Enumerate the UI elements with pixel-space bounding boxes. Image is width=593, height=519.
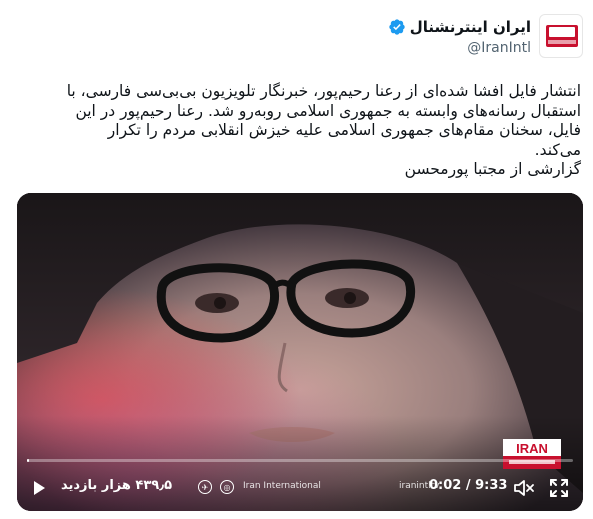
video-time: 0:02 / 9:33	[429, 478, 508, 493]
video-player[interactable]: IRAN ۴۳۹٫۵ هزار بازدید ✈ ◎ Iran Internat…	[17, 193, 583, 511]
author-display-name[interactable]: ایران اینترنشنال	[410, 18, 531, 36]
fullscreen-icon[interactable]	[550, 479, 568, 497]
avatar[interactable]	[539, 14, 583, 58]
tweet-text-line: استقبال رسانه‌های وابسته به جمهوری اسلام…	[75, 101, 581, 120]
tweet-text: انتشار فایل افشا شده‌ای از رعنا رحیم‌پور…	[11, 82, 581, 180]
watermark-left: Iran International	[243, 481, 321, 491]
play-icon[interactable]	[31, 480, 47, 496]
tweet-text-line: انتشار فایل افشا شده‌ای از رعنا رحیم‌پور…	[66, 82, 581, 100]
verified-badge-icon	[389, 19, 405, 35]
badge-text: IRAN	[516, 441, 548, 456]
author-handle[interactable]: @IranIntl	[467, 40, 531, 56]
telegram-icon: ✈	[198, 480, 212, 494]
mute-icon[interactable]	[514, 479, 534, 497]
tweet-card[interactable]: ایران اینترنشنال @IranIntl انتشار فایل ا…	[0, 0, 593, 519]
social-icons: ✈ ◎	[198, 480, 234, 494]
instagram-icon: ◎	[220, 480, 234, 494]
tweet-text-line: فایل، سخنان مقام‌های جمهوری اسلامی علیه …	[107, 121, 581, 139]
view-count: ۴۳۹٫۵ هزار بازدید	[61, 478, 173, 493]
tweet-header: ایران اینترنشنال @IranIntl	[183, 12, 583, 62]
video-progress-bar[interactable]	[27, 459, 573, 462]
video-thumbnail[interactable]	[17, 193, 583, 511]
video-progress-fill	[27, 459, 29, 462]
tweet-text-line: گزارشی از مجتبا پورمحسن	[404, 160, 581, 178]
tweet-text-line: می‌کند.	[534, 140, 581, 159]
video-controls: ۴۳۹٫۵ هزار بازدید ✈ ◎ Iran International…	[17, 465, 583, 511]
author-name-row[interactable]: ایران اینترنشنال	[388, 16, 531, 38]
